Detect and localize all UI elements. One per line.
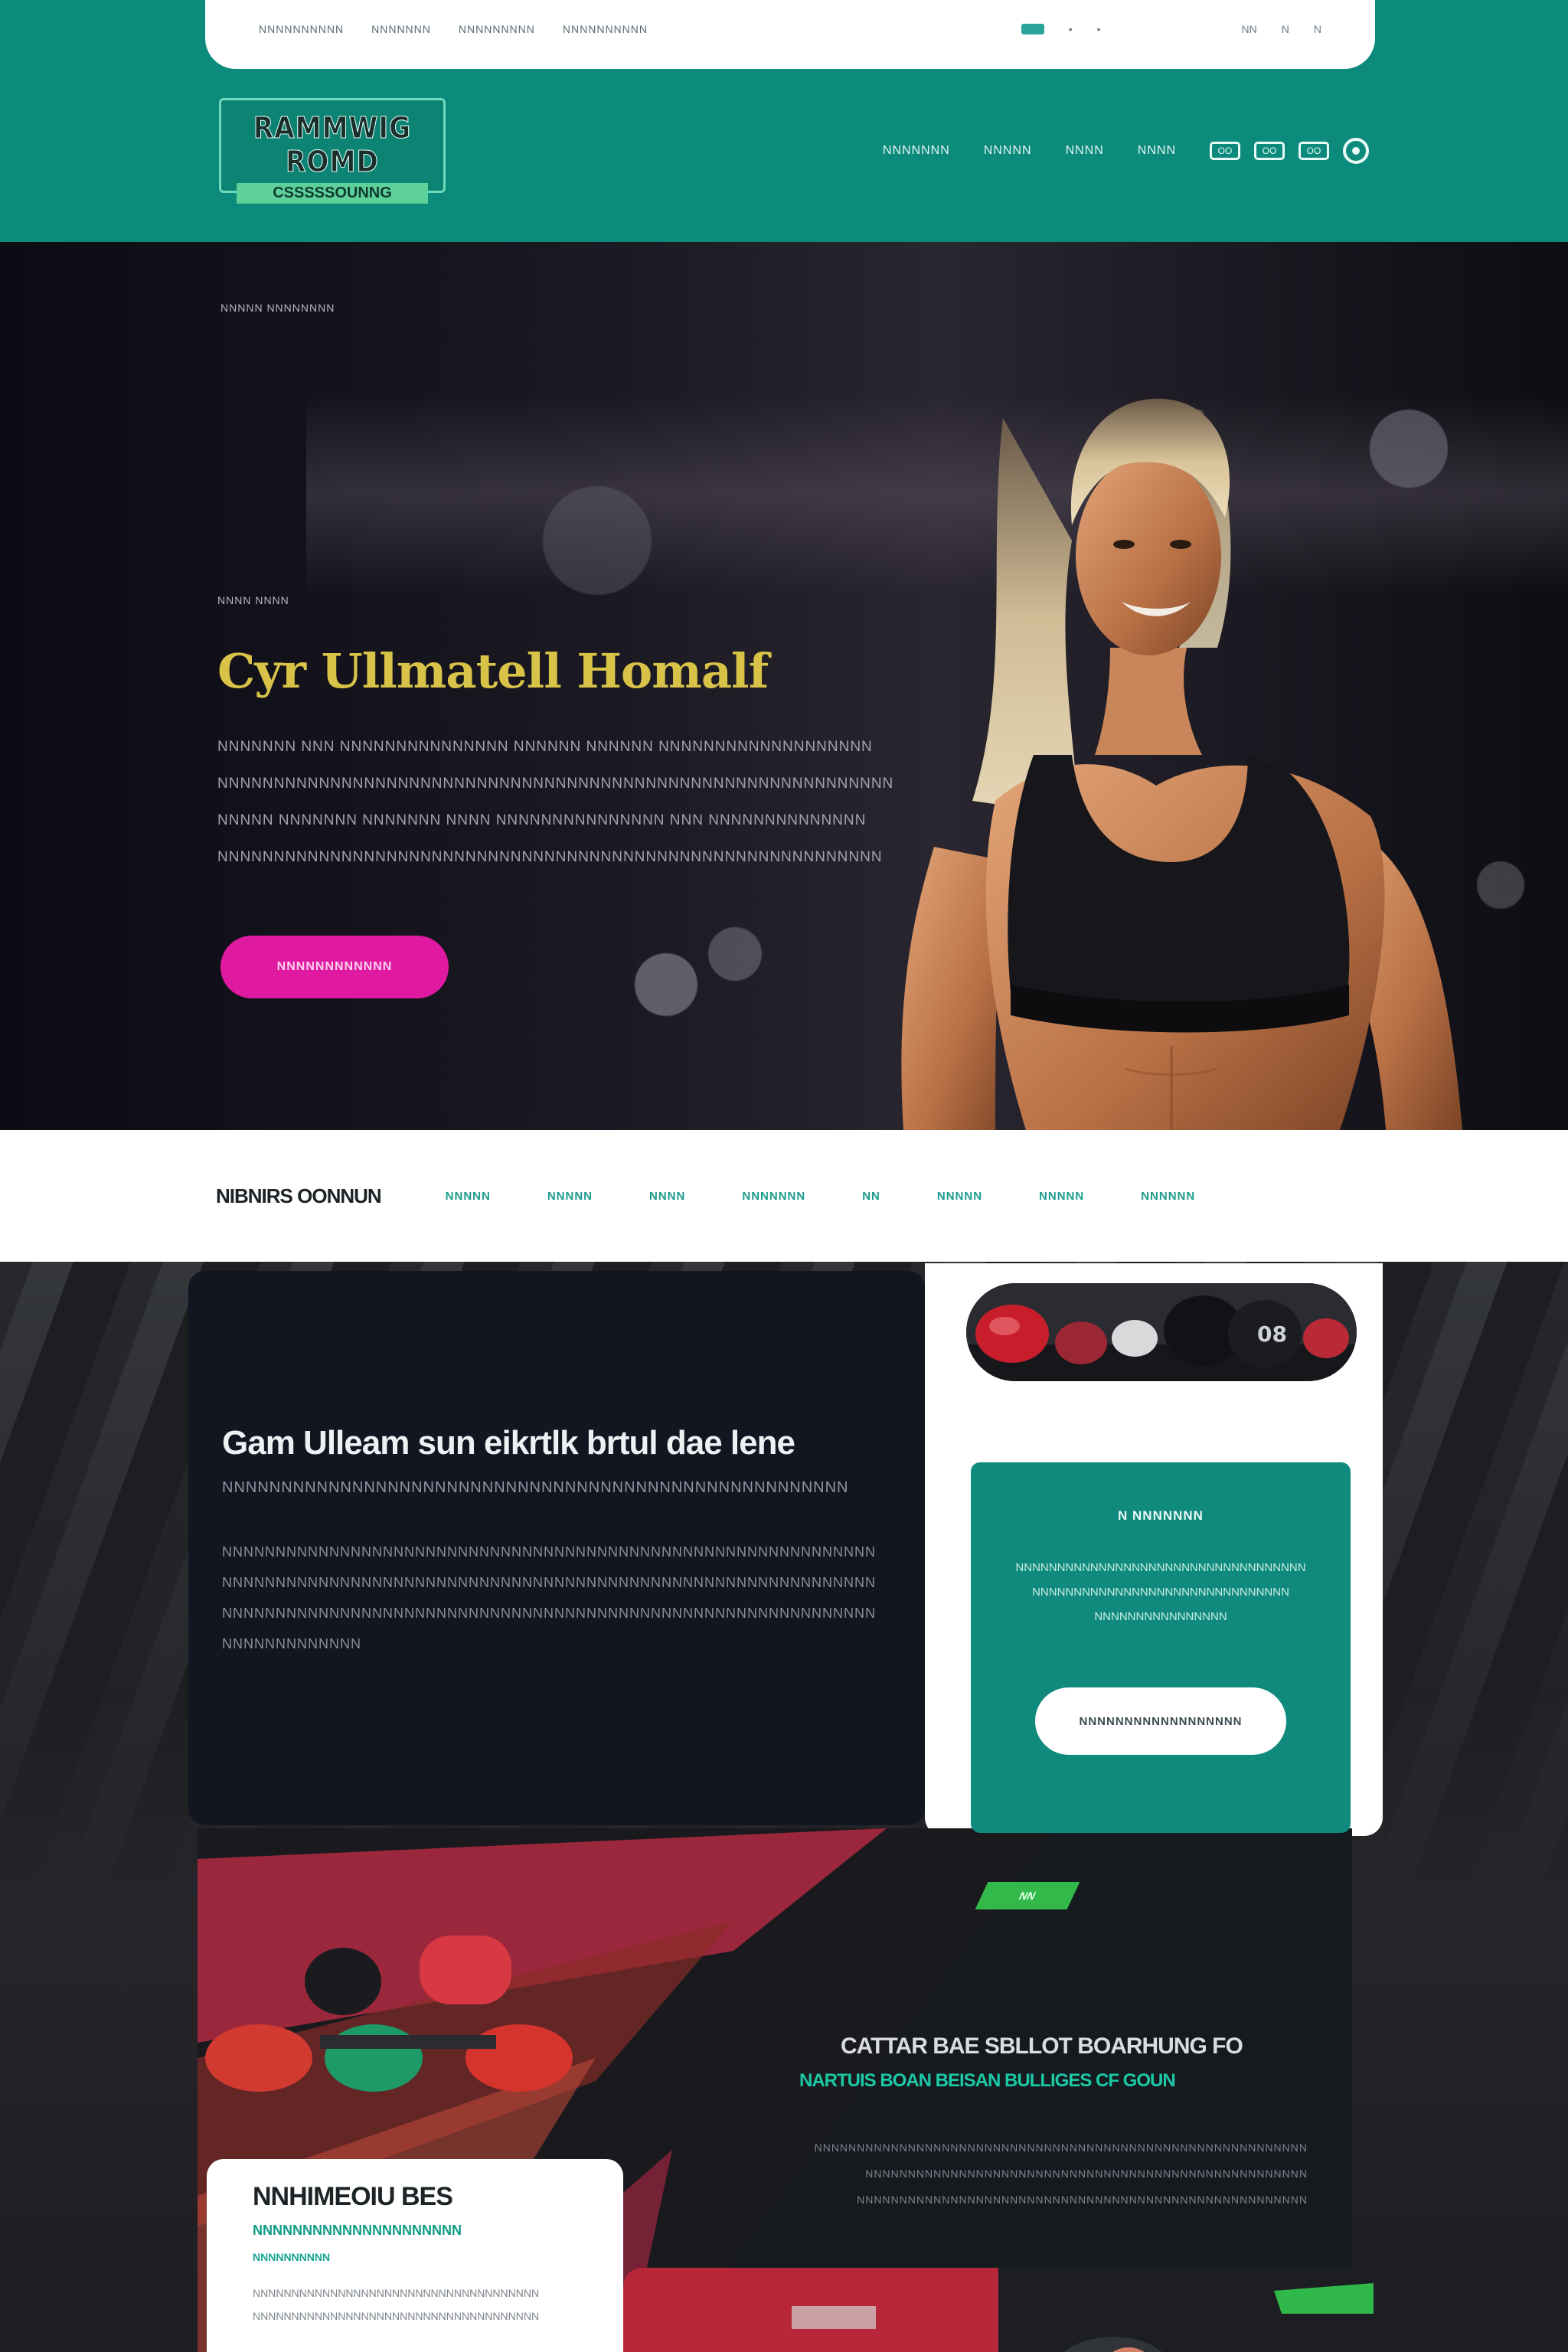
membership-card-button[interactable]: NNNNNNNNNNNNNNNNNN	[1035, 1687, 1286, 1755]
promo-body: NNNNNNNNNNNNNNNNNNNNNNNNNNNNNNNNNNNNNNNN…	[726, 2135, 1308, 2213]
nav-link-4[interactable]: NNNN	[1138, 144, 1176, 158]
hero-body-line: NNNNNNNNNNNNNNNNNNNNNNNNNNNNNNNNNNNNNNNN…	[217, 849, 883, 865]
promo-badge: NN	[975, 1882, 1080, 1909]
feature-card: Gam Ulleam sun eikrtlk brtul dae lene NN…	[188, 1271, 925, 1825]
top-right-1[interactable]: •	[1069, 23, 1073, 35]
hero-body-line: NNNNNNN NNN NNNNNNNNNNNNNNN NNNNNN NNNNN…	[217, 739, 873, 755]
info-card-body: NNNNNNNNNNNNNNNNNNNNNNNNNNNNNNNNNNNNN NN…	[253, 2282, 577, 2328]
info-card-title: NNHIMEOIU BES	[253, 2182, 453, 2211]
promo-body-line: NNNNNNNNNNNNNNNNNNNNNNNNNNNNNNNNNNNNNNNN…	[814, 2141, 1308, 2154]
hero-cta-button[interactable]: NNNNNNNNNNNN	[220, 936, 449, 998]
feature-body-line: NNNNNNNNNNNNNNNNNNNNNNNNNNNNNNNNNNNNNNNN…	[222, 1544, 876, 1560]
calendar-icon[interactable]: OO	[1298, 142, 1329, 160]
message-icon[interactable]: OO	[1254, 142, 1285, 160]
info-card: NNHIMEOIU BES NNNNNNNNNNNNNNNNNNNNN NNNN…	[207, 2159, 623, 2352]
top-bar: NNNNNNNNNN NNNNNNN NNNNNNNNN NNNNNNNNNN …	[205, 0, 1375, 69]
hero-tag: NNNN NNNN	[217, 594, 289, 606]
top-right-4[interactable]: N	[1282, 23, 1289, 35]
info-card-line: NNNNNNNNNNNNNNNNNNNNNNNNNNNNNNNNNNNNN	[253, 2310, 540, 2322]
info-card-line: NNNNNNNNNNNNNNNNNNNNNNNNNNNNNNNNNNNNN	[253, 2287, 540, 2299]
promo-subtitle: NARTUIS BOAN BEISAN BULLIGES CF GOUN	[799, 2070, 1176, 2091]
secondary-link-3[interactable]: NNNN	[649, 1190, 685, 1203]
hero-body: NNNNNNN NNN NNNNNNNNNNNNNNN NNNNNN NNNNN…	[217, 729, 929, 876]
secondary-link-4[interactable]: NNNNNNN	[742, 1190, 805, 1203]
logo-title: RAMMWIG ROMD	[253, 111, 412, 179]
hero-title: Cyr Ullmatell Homalf	[217, 643, 769, 699]
feature-body-line: NNNNNNNNNNNNN	[222, 1636, 361, 1651]
secondary-link-5[interactable]: NN	[862, 1190, 880, 1203]
hero-kicker: NNNNN NNNNNNNN	[220, 302, 335, 314]
nav-link-2[interactable]: NNNNN	[984, 144, 1032, 158]
feature-subtitle: NNNNNNNNNNNNNNNNNNNNNNNNNNNNNNNNNNNNNNNN…	[222, 1479, 849, 1496]
membership-card-line: NNNNNNNNNNNNNNNNNNNNNNNNNNNNNNN	[1032, 1586, 1289, 1599]
secondary-link-6[interactable]: NNNNN	[937, 1190, 982, 1203]
dumbbells-image: 08	[966, 1283, 1357, 1381]
membership-card: N NNNNNNN NNNNNNNNNNNNNNNNNNNNNNNNNNNNNN…	[971, 1462, 1351, 1833]
hero-body-line: NNNNN NNNNNNN NNNNNNN NNNN NNNNNNNNNNNNN…	[217, 812, 867, 828]
bottom-thumbnail-image	[623, 2268, 1374, 2352]
equipment-thumbnail[interactable]: 08	[966, 1283, 1357, 1381]
promo-body-line: NNNNNNNNNNNNNNNNNNNNNNNNNNNNNNNNNNNNNNNN…	[865, 2167, 1308, 2180]
logo-subtitle: CSSSSSOUNNG	[237, 183, 428, 204]
feature-body: NNNNNNNNNNNNNNNNNNNNNNNNNNNNNNNNNNNNNNNN…	[222, 1537, 891, 1659]
top-link-1[interactable]: NNNNNNNNNN	[259, 23, 344, 35]
secondary-link-1[interactable]: NNNNN	[446, 1190, 491, 1203]
top-right-3[interactable]: NN	[1242, 23, 1257, 35]
membership-card-line: NNNNNNNNNNNNNNNN	[1094, 1610, 1227, 1623]
info-card-subtitle-2: NNNNNNNNNN	[253, 2251, 331, 2263]
feature-body-line: NNNNNNNNNNNNNNNNNNNNNNNNNNNNNNNNNNNNNNNN…	[222, 1606, 876, 1621]
top-right-5[interactable]: N	[1314, 23, 1321, 35]
secondary-link-2[interactable]: NNNNN	[547, 1190, 593, 1203]
secondary-links: NNNNN NNNNN NNNN NNNNNNN NN NNNNN NNNNN …	[446, 1190, 1196, 1203]
top-link-2[interactable]: NNNNNNN	[371, 23, 431, 35]
athlete-image	[901, 398, 1462, 1130]
promo-title: CATTAR BAE SBLLOT BOARHUNG FO	[841, 2034, 1243, 2059]
site-logo[interactable]: RAMMWIG ROMD CSSSSSOUNNG	[219, 98, 446, 204]
hero-body-line: NNNNNNNNNNNNNNNNNNNNNNNNNNNNNNNNNNNNNNNN…	[217, 776, 894, 792]
membership-card-title: N NNNNNNN	[1118, 1508, 1204, 1523]
bottom-thumbnail[interactable]	[623, 2268, 1374, 2352]
info-card-subtitle: NNNNNNNNNNNNNNNNNNNNN	[253, 2223, 462, 2238]
top-bar-right: • • NN N N	[1021, 23, 1321, 35]
profile-icon[interactable]	[1343, 138, 1369, 164]
secondary-link-7[interactable]: NNNNN	[1039, 1190, 1084, 1203]
nav-link-3[interactable]: NNNN	[1066, 144, 1104, 158]
feature-title: Gam Ulleam sun eikrtlk brtul dae lene	[222, 1424, 795, 1462]
main-nav: NNNNNNN NNNNN NNNN NNNN OO OO OO	[883, 138, 1369, 164]
top-bar-links: NNNNNNNNNN NNNNNNN NNNNNNNNN NNNNNNNNNN	[259, 23, 648, 35]
hero-section: NNNNN NNNNNNNN NNNN NNNN Cyr Ullmatell H…	[0, 242, 1568, 1130]
nav-link-1[interactable]: NNNNNNN	[883, 144, 950, 158]
promo-body-line: NNNNNNNNNNNNNNNNNNNNNNNNNNNNNNNNNNNNNNNN…	[857, 2194, 1308, 2206]
secondary-nav: NIBNIRS OONNUN NNNNN NNNNN NNNN NNNNNNN …	[0, 1130, 1568, 1262]
flag-icon[interactable]	[1021, 24, 1044, 34]
secondary-link-8[interactable]: NNNNNN	[1141, 1190, 1195, 1203]
membership-card-line: NNNNNNNNNNNNNNNNNNNNNNNNNNNNNNNNNNN	[1015, 1561, 1306, 1574]
feature-body-line: NNNNNNNNNNNNNNNNNNNNNNNNNNNNNNNNNNNNNNNN…	[222, 1575, 876, 1590]
top-link-3[interactable]: NNNNNNNNN	[459, 23, 535, 35]
secondary-brand[interactable]: NIBNIRS OONNUN	[216, 1184, 382, 1208]
cart-icon[interactable]: OO	[1210, 142, 1240, 160]
top-link-4[interactable]: NNNNNNNNNN	[563, 23, 648, 35]
top-right-2[interactable]: •	[1097, 23, 1101, 35]
nav-icon-group: OO OO OO	[1210, 138, 1369, 164]
membership-card-body: NNNNNNNNNNNNNNNNNNNNNNNNNNNNNNNNNNN NNNN…	[1008, 1556, 1314, 1629]
svg-text:08: 08	[1257, 1321, 1287, 1347]
